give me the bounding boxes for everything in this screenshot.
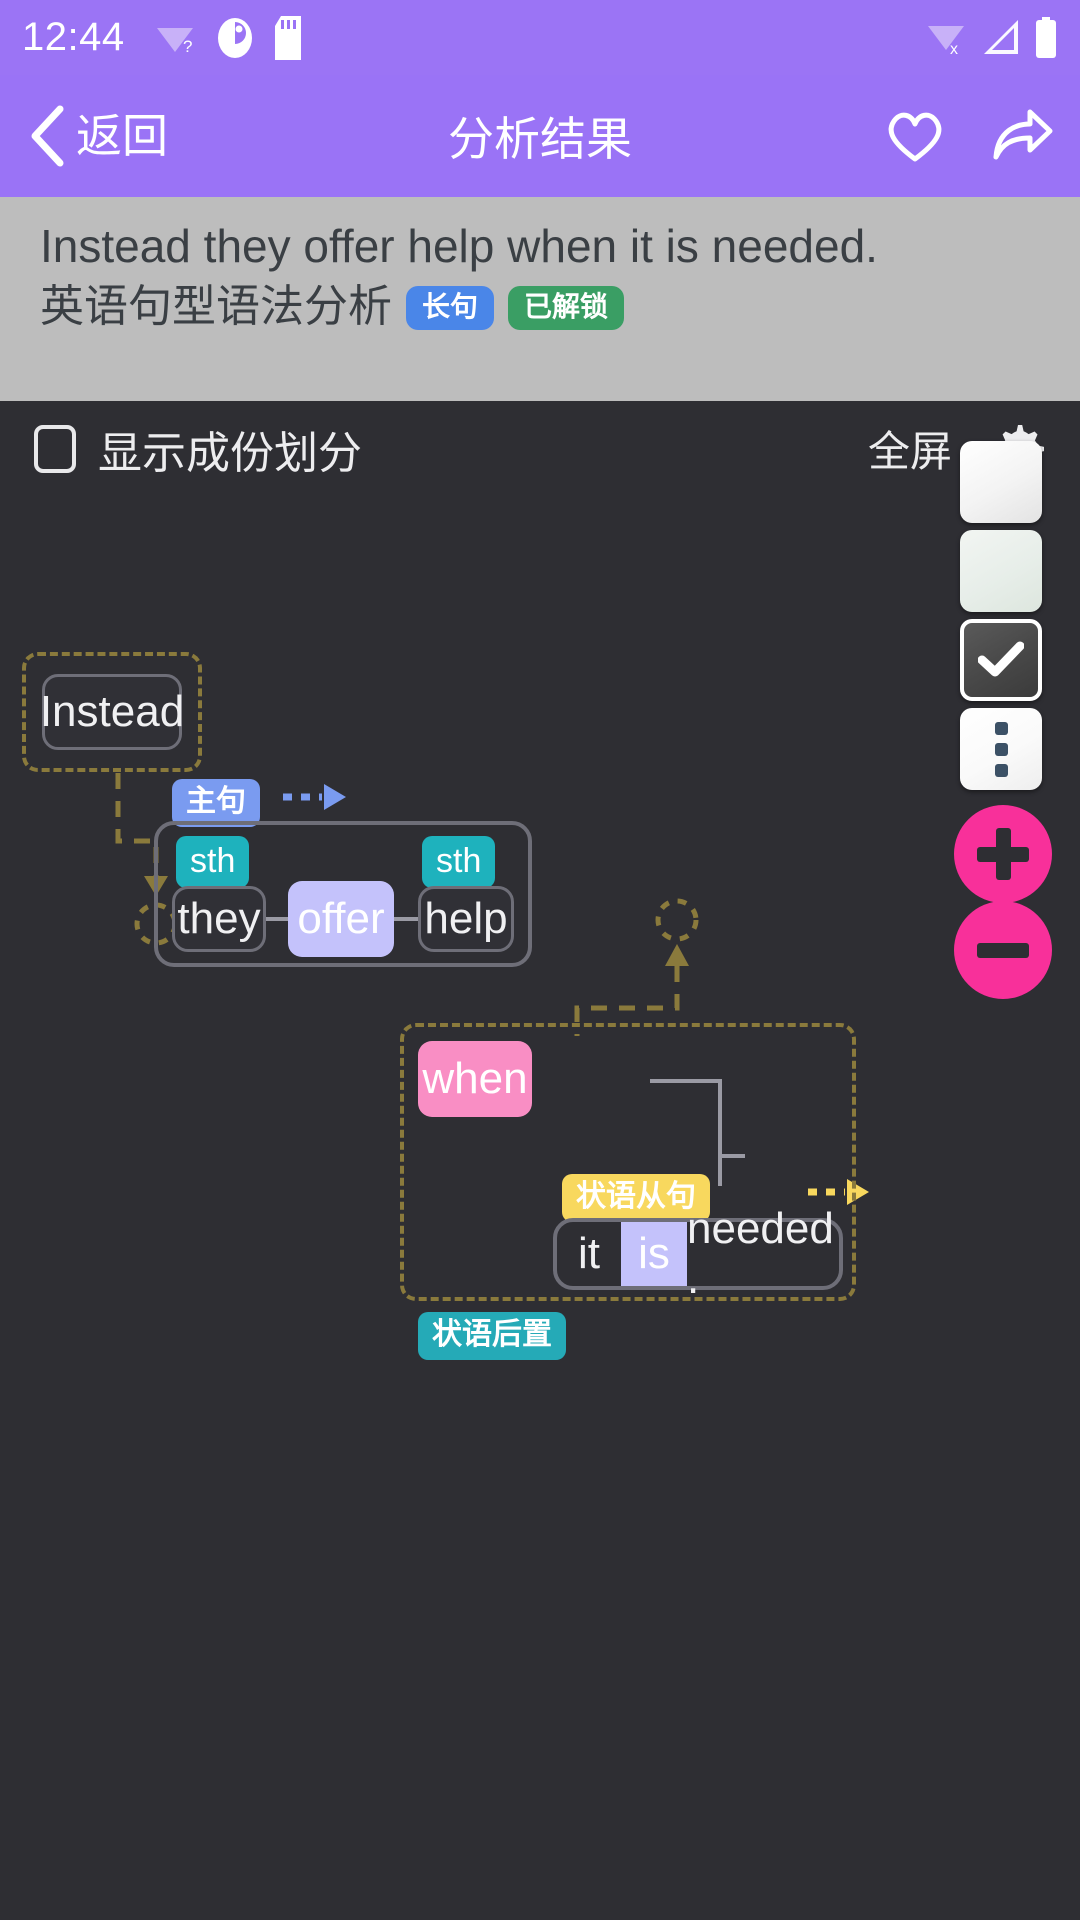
canvas-toolbar: 显示成份划分 全屏: [0, 401, 1080, 496]
sentence-subrow: 英语句型语法分析 长句 已解锁: [40, 281, 1040, 334]
wifi-question-icon: ?: [156, 27, 193, 56]
node-offer[interactable]: offer: [288, 881, 394, 957]
node-offer-label: offer: [297, 894, 385, 943]
status-left-icons: ?: [153, 15, 305, 60]
analysis-result-screen: 12:44 ? x 返回 分析结果 Instead they offer hel…: [0, 0, 1080, 1920]
tag-main-clause-label: 主句: [186, 785, 246, 818]
show-components-checkbox[interactable]: [34, 424, 76, 473]
status-clock: 12:44: [22, 15, 125, 59]
tag-adverbial-postposed-label: 状语后置: [432, 1318, 552, 1351]
tag-adverbial-postposed[interactable]: 状语后置: [418, 1312, 566, 1360]
node-help[interactable]: help: [418, 886, 514, 952]
svg-text:x: x: [950, 41, 958, 58]
app-bar-actions: [884, 107, 1054, 165]
sentence-text-en: Instead they offer help when it is neede…: [40, 220, 878, 272]
node-they-label: they: [177, 894, 261, 943]
fullscreen-button[interactable]: 全屏: [868, 418, 952, 479]
node-instead-label: Instead: [39, 687, 185, 736]
chevron-left-icon: [31, 105, 64, 167]
share-icon[interactable]: [990, 107, 1054, 165]
badge-sentence-type: 长句: [406, 285, 495, 330]
node-needed[interactable]: needed .: [687, 1204, 839, 1303]
sentence-text-cn: 英语句型语法分析: [40, 282, 392, 332]
show-components-toggle[interactable]: 显示成份划分: [34, 417, 362, 481]
node-when-label: when: [422, 1054, 528, 1103]
tag-sth-object: sth: [422, 836, 496, 888]
show-components-label: 显示成份划分: [98, 428, 362, 478]
back-label: 返回: [76, 110, 168, 162]
node-it[interactable]: it: [557, 1222, 621, 1286]
status-bar: 12:44 ? x: [0, 0, 1080, 75]
node-instead[interactable]: Instead: [39, 674, 185, 750]
node-is-label: is: [638, 1229, 670, 1278]
heart-icon[interactable]: [884, 107, 946, 165]
signal-icon: [984, 19, 1018, 54]
tag-sth-object-label: sth: [436, 842, 482, 880]
svg-text:?: ?: [183, 37, 192, 56]
app-bar: 返回 分析结果: [0, 75, 1080, 197]
node-is[interactable]: is: [621, 1222, 687, 1286]
tag-sth-subject-label: sth: [190, 842, 236, 880]
tag-sth-subject: sth: [176, 836, 250, 888]
node-it-label: it: [578, 1229, 600, 1278]
back-button[interactable]: 返回: [26, 104, 168, 168]
tag-main-clause[interactable]: 主句: [172, 779, 260, 827]
status-right-icons: x: [924, 16, 1058, 59]
battery-icon: [1036, 16, 1056, 58]
node-when[interactable]: when: [418, 1041, 532, 1117]
sd-card-icon: [274, 15, 301, 60]
badge-unlocked: 已解锁: [508, 285, 625, 330]
app-badge-icon: [217, 17, 252, 58]
wifi-off-icon: x: [928, 25, 964, 58]
main-clause-arrow: [283, 784, 346, 810]
node-they[interactable]: they: [172, 886, 266, 952]
syntax-diagram: Instead 主句 sth sth they offer help when: [0, 496, 1080, 1920]
sentence-header: Instead they offer help when it is neede…: [0, 197, 1080, 401]
node-needed-label: needed .: [687, 1204, 834, 1303]
tag-adverbial-clause-label: 状语从句: [576, 1180, 696, 1213]
node-help-label: help: [424, 894, 508, 943]
